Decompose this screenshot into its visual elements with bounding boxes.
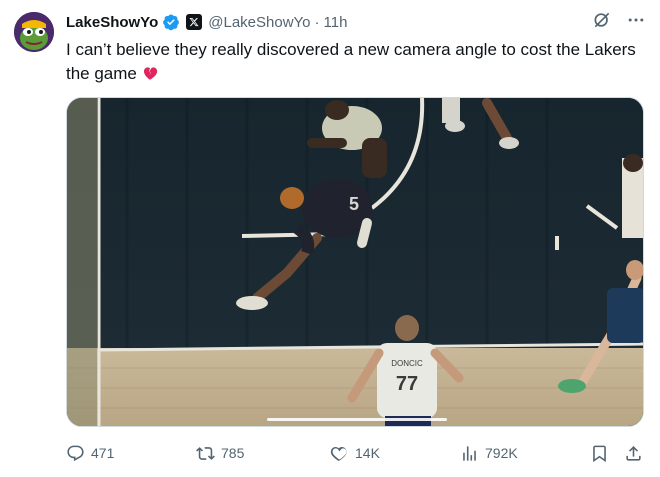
views-icon <box>463 445 476 461</box>
video-media[interactable]: 5 DONCIC 77 <box>66 97 644 427</box>
heart-icon <box>330 446 347 461</box>
x-logo-icon <box>186 14 203 30</box>
share-button[interactable] <box>624 444 643 463</box>
jersey-name: DONCIC <box>391 359 423 368</box>
bookmark-icon <box>593 445 606 462</box>
share-icon <box>626 445 641 461</box>
post-time[interactable]: 11h <box>324 14 348 31</box>
retweet-icon <box>196 446 215 460</box>
separator-dot: · <box>314 13 320 31</box>
like-button[interactable]: 14K <box>330 444 380 463</box>
avatar[interactable] <box>14 12 54 52</box>
grok-icon[interactable] <box>592 10 612 30</box>
retweet-button[interactable]: 785 <box>196 444 244 463</box>
broken-heart-emoji <box>141 64 159 82</box>
reply-count: 471 <box>91 445 115 461</box>
jersey-number: 77 <box>396 373 418 395</box>
reply-button[interactable]: 471 <box>66 444 114 463</box>
action-bar: 471 785 14K 792K <box>66 442 646 464</box>
header-actions <box>592 10 646 30</box>
reply-icon <box>67 445 84 461</box>
video-frame: 5 DONCIC 77 <box>67 98 643 426</box>
views-button[interactable]: 792K <box>460 444 518 463</box>
view-count: 792K <box>485 445 518 461</box>
display-name[interactable]: LakeShowYo <box>66 14 158 31</box>
tweet-text: I can’t believe they really discovered a… <box>66 38 646 86</box>
verified-badge-icon <box>162 13 180 31</box>
bookmark-button[interactable] <box>590 444 609 463</box>
tweet-header: LakeShowYo @LakeShowYo · 11h <box>66 12 347 32</box>
retweet-count: 785 <box>221 445 245 461</box>
avatar-image <box>14 12 54 52</box>
user-handle[interactable]: @LakeShowYo <box>208 14 310 31</box>
svg-text:5: 5 <box>349 194 359 214</box>
tweet-card: LakeShowYo @LakeShowYo · 11h I can’t bel… <box>0 0 660 477</box>
more-icon[interactable] <box>626 10 646 30</box>
video-progress-bar[interactable] <box>267 418 447 421</box>
like-count: 14K <box>355 445 380 461</box>
